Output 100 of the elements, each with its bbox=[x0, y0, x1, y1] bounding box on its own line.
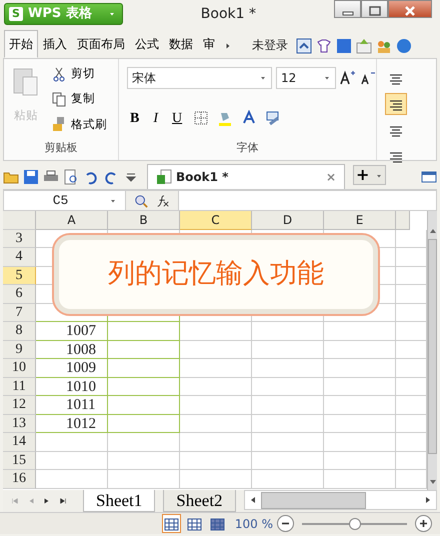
minimize-button[interactable] bbox=[334, 0, 361, 18]
borders-icon[interactable] bbox=[193, 110, 210, 126]
column-header[interactable]: D bbox=[252, 211, 324, 230]
row-header[interactable]: 3 bbox=[3, 230, 36, 248]
app-menu-button[interactable]: S WPS 表格 bbox=[4, 3, 123, 25]
font-name-dropdown[interactable]: 宋体 bbox=[127, 67, 272, 89]
row-header[interactable]: 11 bbox=[3, 378, 36, 396]
maximize-button[interactable] bbox=[361, 0, 388, 18]
ribbon-tab[interactable]: 审 bbox=[198, 30, 220, 58]
horizontal-scrollbar[interactable] bbox=[244, 490, 437, 510]
align-button[interactable] bbox=[385, 93, 407, 115]
people-icon[interactable] bbox=[376, 38, 392, 54]
row-header[interactable]: 6 bbox=[3, 285, 36, 304]
grow-font-icon[interactable] bbox=[340, 70, 356, 86]
column-header[interactable]: E bbox=[324, 211, 396, 230]
table-cell bbox=[252, 452, 324, 470]
last-sheet-icon[interactable] bbox=[59, 497, 67, 505]
shirt-icon[interactable] bbox=[316, 38, 332, 54]
document-tab[interactable]: Book1 * × bbox=[147, 164, 345, 189]
table-cell bbox=[108, 378, 180, 396]
spreadsheet-icon bbox=[156, 169, 172, 185]
view-button[interactable] bbox=[162, 514, 181, 533]
row-header[interactable]: 9 bbox=[3, 340, 36, 359]
table-cell bbox=[108, 359, 180, 378]
row-header[interactable]: 7 bbox=[3, 304, 36, 322]
cut-button[interactable]: 剪切 bbox=[48, 63, 110, 84]
table-cell bbox=[252, 470, 324, 488]
table-cell: 1009 bbox=[36, 359, 108, 378]
window-icon[interactable] bbox=[421, 168, 437, 185]
help-icon[interactable] bbox=[396, 38, 412, 54]
table-cell bbox=[180, 470, 252, 488]
table-cell bbox=[252, 414, 324, 433]
close-button[interactable] bbox=[388, 0, 432, 18]
column-header[interactable]: B bbox=[108, 211, 180, 230]
close-icon bbox=[404, 6, 416, 16]
caret-icon bbox=[259, 74, 267, 82]
caret-icon bbox=[108, 10, 116, 18]
row-header[interactable]: 16 bbox=[3, 470, 36, 488]
italic-button[interactable]: I bbox=[150, 106, 162, 131]
format-icon[interactable] bbox=[265, 110, 282, 126]
table-cell bbox=[36, 452, 108, 470]
column-header[interactable]: C bbox=[180, 211, 252, 230]
copy-icon bbox=[51, 90, 67, 107]
zoom-out-button[interactable] bbox=[277, 515, 294, 532]
table-cell bbox=[324, 452, 396, 470]
sheet-tab[interactable]: Sheet1 bbox=[83, 490, 156, 512]
login-link[interactable]: 未登录 bbox=[252, 36, 288, 54]
row-header[interactable]: 14 bbox=[3, 433, 36, 452]
table-cell bbox=[180, 414, 252, 433]
letter-d-icon[interactable] bbox=[336, 38, 352, 54]
save-icon[interactable] bbox=[23, 169, 39, 185]
copy-button[interactable]: 复制 bbox=[48, 88, 110, 110]
table-cell bbox=[108, 452, 180, 470]
fill-color-icon[interactable] bbox=[217, 110, 234, 126]
zoom-in-button[interactable] bbox=[415, 515, 432, 532]
font-size-dropdown[interactable]: 12 bbox=[276, 67, 336, 89]
column-header[interactable]: A bbox=[36, 211, 108, 230]
table-cell bbox=[108, 340, 180, 359]
new-tab-button[interactable]: + bbox=[353, 165, 386, 185]
row-header[interactable]: 10 bbox=[3, 359, 36, 378]
row-header[interactable]: 5 bbox=[3, 266, 36, 285]
underline-button[interactable]: U bbox=[169, 106, 186, 131]
table-cell bbox=[108, 470, 180, 488]
table-cell bbox=[324, 470, 396, 488]
row-header[interactable]: 13 bbox=[3, 414, 36, 433]
scroll-down-icon bbox=[428, 478, 436, 486]
table-cell bbox=[252, 396, 324, 414]
table-cell bbox=[324, 378, 396, 396]
ribbon-tab[interactable]: 公式 bbox=[130, 30, 164, 58]
align-icon bbox=[389, 150, 403, 163]
table-cell: 1011 bbox=[36, 396, 108, 414]
row-header[interactable]: 15 bbox=[3, 452, 36, 470]
table-cell bbox=[324, 322, 396, 340]
table-cell bbox=[180, 433, 252, 452]
table-cell bbox=[108, 414, 180, 433]
table-cell: 1010 bbox=[36, 378, 108, 396]
print-preview-icon[interactable] bbox=[63, 169, 79, 185]
close-tab-button[interactable]: × bbox=[326, 168, 336, 186]
font-color-icon[interactable] bbox=[241, 110, 258, 126]
table-cell bbox=[108, 433, 180, 452]
format-painter-button[interactable]: 格式刷 bbox=[48, 114, 110, 135]
table-cell bbox=[324, 359, 396, 378]
ribbon-tab[interactable]: 插入 bbox=[38, 30, 72, 58]
ribbon-tab[interactable]: 页面布局 bbox=[72, 30, 130, 58]
shrink-font-icon[interactable] bbox=[360, 70, 376, 86]
arrow-up-icon[interactable] bbox=[296, 38, 312, 54]
row-header[interactable]: 4 bbox=[3, 248, 36, 266]
ribbon-tab[interactable]: 数据 bbox=[164, 30, 198, 58]
ribbon-tab[interactable]: 开始 bbox=[4, 30, 38, 58]
scroll-up-icon bbox=[428, 227, 436, 235]
table-cell: 1008 bbox=[36, 340, 108, 359]
next-sheet-icon[interactable] bbox=[43, 497, 51, 505]
more-tabs-icon[interactable] bbox=[224, 42, 232, 50]
sheet-tab[interactable]: Sheet2 bbox=[163, 490, 236, 512]
row-header[interactable]: 12 bbox=[3, 396, 36, 414]
vertical-scrollbar[interactable] bbox=[427, 211, 437, 490]
bold-button[interactable]: B bbox=[127, 106, 142, 131]
row-header[interactable]: 8 bbox=[3, 322, 36, 340]
plus-icon bbox=[419, 518, 428, 528]
caret-icon bbox=[323, 74, 331, 82]
